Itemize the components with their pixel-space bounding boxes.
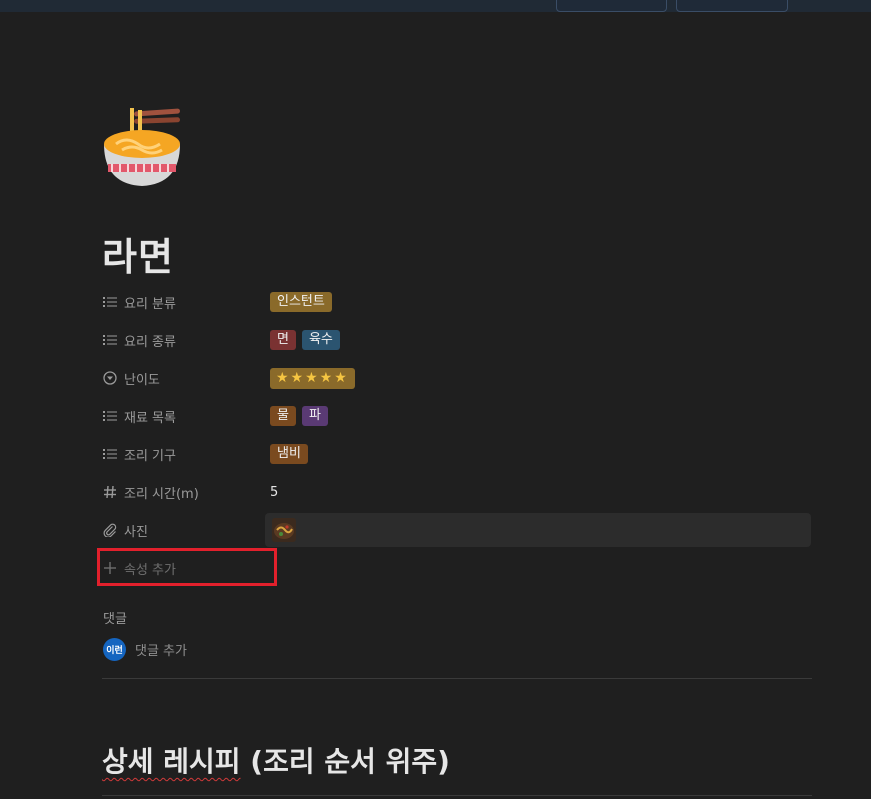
property-label-photo[interactable]: 사진 [102,514,148,546]
property-value-difficulty[interactable]: ★★★★★ [270,362,355,394]
section-heading-rest: (조리 순서 위주) [240,745,450,778]
tag-pot[interactable]: 냄비 [270,444,308,464]
ramen-bowl-icon[interactable] [100,104,184,190]
top-bar [0,0,871,12]
property-value-category[interactable]: 인스턴트 [270,286,332,318]
property-label-cook-time[interactable]: 조리 시간(m) [102,476,199,508]
property-label-difficulty[interactable]: 난이도 [102,362,160,394]
property-row-cook-time: 조리 시간(m) 5 [102,476,812,508]
comments-heading: 댓글 [103,612,127,627]
add-comment-row[interactable]: 이런 댓글 추가 [103,638,187,661]
property-row-tools: 조리 기구 냄비 [102,438,812,470]
property-label-ingredients[interactable]: 재료 목록 [102,400,176,432]
hash-icon [102,484,118,500]
avatar: 이런 [103,638,126,661]
top-button-1[interactable] [556,0,667,12]
property-row-type: 요리 종류 면 육수 [102,324,812,356]
tag-noodle[interactable]: 면 [270,330,296,350]
property-label-type[interactable]: 요리 종류 [102,324,176,356]
page-title[interactable]: 라면 [102,226,174,281]
photo-field[interactable] [265,513,811,547]
property-label-category[interactable]: 요리 분류 [102,286,176,318]
list-icon [102,408,118,424]
list-icon [102,332,118,348]
property-value-type[interactable]: 면 육수 [270,324,340,356]
photo-thumbnail[interactable] [272,518,296,542]
section-divider [102,795,812,796]
property-label-tools[interactable]: 조리 기구 [102,438,176,470]
section-heading-misspelled: 상세 레시피 [102,745,241,778]
cook-time-value: 5 [270,484,279,500]
list-icon [102,294,118,310]
property-row-ingredients: 재료 목록 물 파 [102,400,812,432]
divider [102,678,812,679]
property-row-difficulty: 난이도 ★★★★★ [102,362,812,394]
tag-instant[interactable]: 인스턴트 [270,292,332,312]
property-value-cook-time[interactable]: 5 [270,476,278,508]
attachment-icon [102,522,118,538]
add-comment-input[interactable]: 댓글 추가 [135,640,187,659]
star-rating-icons: ★★★★★ [276,369,349,386]
highlight-box [97,548,277,586]
select-icon [102,370,118,386]
tag-water[interactable]: 물 [270,406,296,426]
difficulty-rating[interactable]: ★★★★★ [270,367,355,389]
section-heading[interactable]: 상세 레시피 (조리 순서 위주) [102,740,450,780]
tag-broth[interactable]: 육수 [301,330,340,350]
property-row-category: 요리 분류 인스턴트 [102,286,812,318]
tag-green-onion[interactable]: 파 [301,406,328,426]
property-value-tools[interactable]: 냄비 [270,438,308,470]
property-value-ingredients[interactable]: 물 파 [270,400,328,432]
list-icon [102,446,118,462]
top-button-2[interactable] [676,0,788,12]
